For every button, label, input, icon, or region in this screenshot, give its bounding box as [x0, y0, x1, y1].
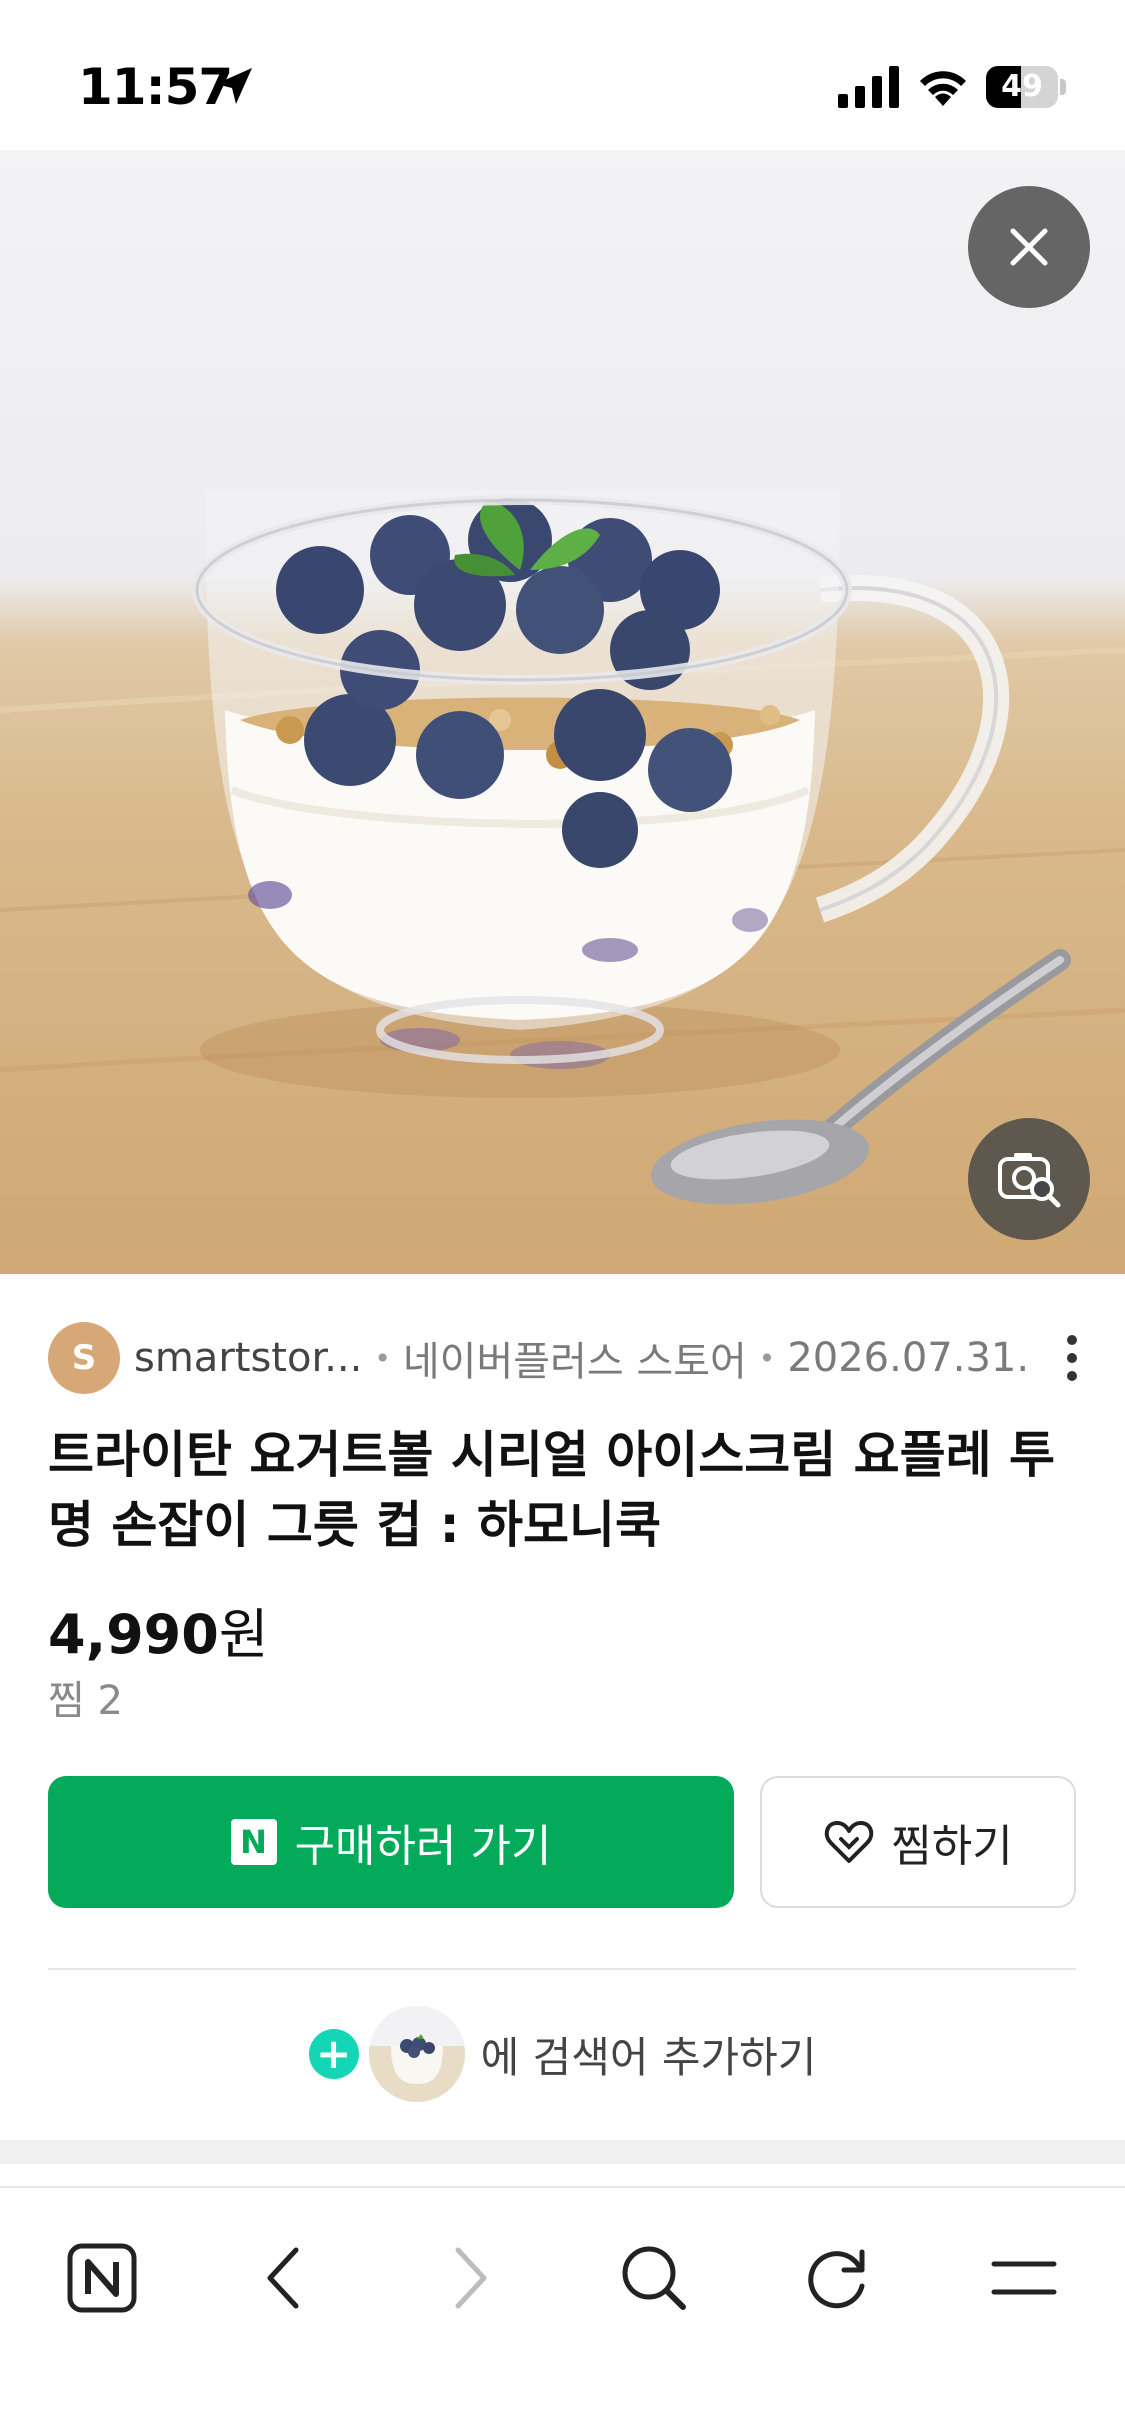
seller-avatar[interactable]: S	[48, 1322, 120, 1394]
search-button[interactable]	[604, 2228, 704, 2328]
section-separator	[0, 2140, 1125, 2164]
menu-icon	[991, 2261, 1057, 2295]
price-unit: 원	[218, 1603, 269, 1666]
buy-button-label: 구매하러 가기	[294, 1821, 552, 1872]
wifi-icon	[920, 71, 966, 106]
forward-button[interactable]	[420, 2228, 520, 2328]
back-icon	[267, 2247, 299, 2309]
wishlist-button[interactable]: 찜하기	[760, 1776, 1076, 1908]
status-time: 11:57	[78, 58, 233, 116]
add-search-term-label: 에 검색어 추가하기	[480, 2032, 817, 2082]
price-number: 4,990	[48, 1603, 219, 1666]
reload-button[interactable]	[788, 2228, 888, 2328]
separator-dot: •	[758, 1341, 776, 1375]
browser-toolbar	[0, 2186, 1125, 2436]
search-icon	[622, 2246, 686, 2310]
battery-level: 49	[1001, 69, 1043, 104]
yogurt-cup-illustration	[0, 490, 1125, 1205]
location-arrow-icon	[216, 68, 252, 104]
product-title: 트라이탄 요거트볼 시리얼 아이스크림 요플레 투명 손잡이 그릇 컵 : 하모…	[48, 1426, 1056, 1554]
battery-icon: 49	[986, 66, 1066, 108]
cellular-signal-icon	[838, 66, 899, 108]
seller-name[interactable]: smartstor...	[134, 1335, 362, 1381]
separator-dot: •	[374, 1341, 391, 1375]
divider	[48, 1968, 1076, 1970]
post-date: 2026.07.31.	[787, 1335, 1030, 1381]
wishlist-button-label: 찜하기	[891, 1821, 1013, 1872]
back-button[interactable]	[234, 2228, 334, 2328]
status-bar: 11:57 49	[0, 0, 1125, 150]
search-term-thumbnail	[368, 2006, 465, 2102]
reload-icon	[808, 2249, 865, 2309]
close-button[interactable]	[968, 186, 1090, 308]
store-type: 네이버플러스 스토어	[402, 1339, 747, 1385]
image-search-icon	[998, 1153, 1061, 1208]
add-search-term-row[interactable]: + 에 검색어 추가하기	[0, 2006, 1125, 2102]
image-search-button[interactable]	[968, 1118, 1090, 1240]
product-price: 4,990원	[48, 1590, 269, 1669]
plus-icon: +	[308, 2029, 359, 2079]
more-options-icon[interactable]	[1054, 1334, 1090, 1382]
product-image[interactable]	[0, 150, 1125, 1274]
naver-home-button[interactable]	[52, 2228, 152, 2328]
wishlist-count: 찜 2	[48, 1678, 123, 1724]
naver-home-icon	[67, 2243, 137, 2313]
naver-n-icon: N	[230, 1819, 277, 1865]
menu-button[interactable]	[974, 2228, 1074, 2328]
forward-icon	[455, 2247, 487, 2309]
heart-icon	[825, 1821, 874, 1863]
close-icon	[1010, 228, 1048, 266]
product-meta-row: S smartstor... • 네이버플러스 스토어 • 2026.07.31…	[48, 1322, 1088, 1394]
buy-button[interactable]: N 구매하러 가기	[48, 1776, 734, 1908]
